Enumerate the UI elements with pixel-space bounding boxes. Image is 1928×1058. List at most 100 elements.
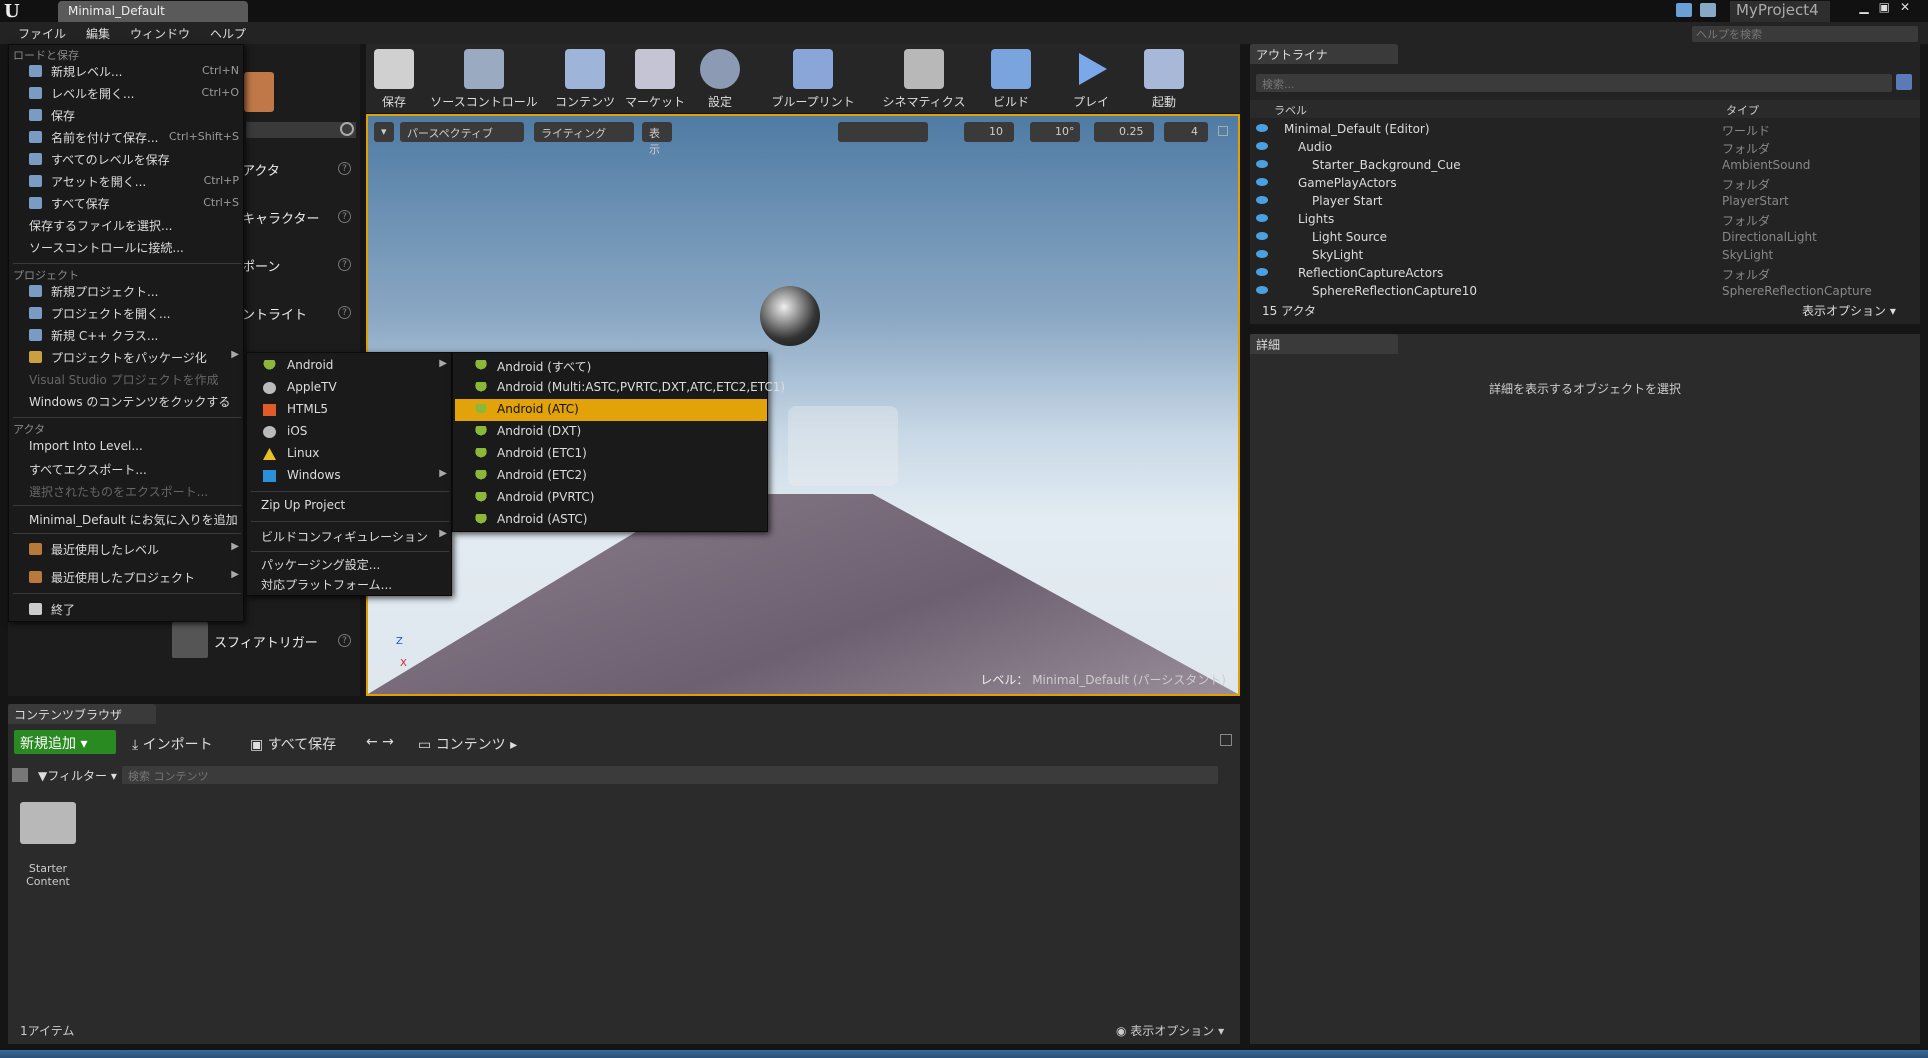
grid-snap-toggle[interactable]: 10	[964, 122, 1014, 142]
menu-exit[interactable]: 終了	[9, 599, 245, 619]
visibility-eye-icon[interactable]	[1256, 286, 1268, 294]
help-icon[interactable]: ?	[338, 634, 351, 647]
help-icon[interactable]: ?	[338, 258, 351, 271]
outliner-search-input[interactable]: 検索...	[1256, 74, 1892, 92]
place-item-sphere-trigger[interactable]: スフィアトリガー ?	[170, 632, 356, 672]
menu-help[interactable]: ヘルプ	[210, 25, 246, 42]
launch-button[interactable]: 起動	[1136, 46, 1192, 112]
menu-package-project[interactable]: プロジェクトをパッケージ化 ▶	[9, 347, 245, 367]
android-all[interactable]: Android (すべて)	[455, 355, 767, 377]
outliner-row[interactable]: GamePlayActors フォルダ	[1250, 174, 1910, 192]
marketplace-button[interactable]: マーケット	[622, 46, 688, 112]
package-supported-platforms[interactable]: 対応プラットフォーム...	[247, 573, 453, 595]
history-nav-icon[interactable]: ← →	[366, 734, 394, 750]
visibility-eye-icon[interactable]	[1256, 178, 1268, 186]
tab-details[interactable]: 詳細	[1250, 334, 1398, 354]
package-android[interactable]: Android ▶	[247, 355, 453, 377]
cinematics-button[interactable]: シネマティクス	[876, 46, 972, 112]
unreal-logo-icon[interactable]: U	[4, 1, 30, 22]
menu-new-level[interactable]: 新規レベル... Ctrl+N	[9, 61, 245, 81]
menu-edit[interactable]: 編集	[86, 25, 110, 42]
save-all-button[interactable]: ▣ すべて保存	[250, 734, 336, 754]
source-status-icon[interactable]	[1700, 3, 1716, 17]
android-etc2[interactable]: Android (ETC2)	[455, 465, 767, 487]
content-view-options[interactable]: ◉ 表示オプション ▾	[1116, 1022, 1224, 1039]
menu-connect-source-control[interactable]: ソースコントロールに接続...	[9, 237, 245, 257]
menu-window[interactable]: ウィンドウ	[130, 25, 190, 42]
help-icon[interactable]: ?	[338, 162, 351, 175]
outliner-row[interactable]: Light Source DirectionalLight	[1250, 228, 1910, 246]
column-label[interactable]: ラベル	[1274, 102, 1307, 118]
visibility-eye-icon[interactable]	[1256, 214, 1268, 222]
visibility-eye-icon[interactable]	[1256, 142, 1268, 150]
content-search-input[interactable]: 検索 コンテンツ	[122, 766, 1218, 784]
add-new-button[interactable]: 新規追加 ▾	[14, 730, 116, 754]
menu-new-project[interactable]: 新規プロジェクト...	[9, 281, 245, 301]
folder-icon[interactable]	[20, 802, 76, 844]
package-ios[interactable]: iOS	[247, 421, 453, 443]
build-button[interactable]: ビルド	[986, 46, 1036, 112]
menu-save-all-levels[interactable]: すべてのレベルを保存	[9, 149, 245, 169]
notification-icon[interactable]	[1676, 3, 1692, 17]
menu-export-all[interactable]: すべてエクスポート...	[9, 459, 245, 479]
package-build-configuration[interactable]: ビルドコンフィギュレーション ▶	[247, 525, 453, 547]
tab-content-browser[interactable]: コンテンツブラウザ	[8, 704, 156, 724]
filter-button[interactable]: ▼フィルター ▾	[38, 767, 117, 784]
minimize-icon[interactable]: ▁	[1859, 0, 1878, 14]
source-control-button[interactable]: ソースコントロール	[424, 46, 544, 112]
menu-new-cpp-class[interactable]: 新規 C++ クラス...	[9, 325, 245, 345]
rotation-snap-toggle[interactable]: 10°	[1030, 122, 1080, 142]
outliner-row[interactable]: Audio フォルダ	[1250, 138, 1910, 156]
android-astc[interactable]: Android (ASTC)	[455, 509, 767, 531]
visibility-eye-icon[interactable]	[1256, 124, 1268, 132]
help-icon[interactable]: ?	[338, 306, 351, 319]
menu-open-level[interactable]: レベルを開く... Ctrl+O	[9, 83, 245, 103]
outliner-row[interactable]: Lights フォルダ	[1250, 210, 1910, 228]
package-zip-up-project[interactable]: Zip Up Project	[247, 495, 453, 517]
camera-speed[interactable]: 4	[1164, 122, 1208, 142]
help-icon[interactable]: ?	[338, 210, 351, 223]
outliner-row[interactable]: Starter_Background_Cue AmbientSound	[1250, 156, 1910, 174]
package-appletv[interactable]: AppleTV	[247, 377, 453, 399]
menu-save[interactable]: 保存	[9, 105, 245, 125]
close-icon[interactable]: ✕	[1900, 0, 1920, 14]
help-search-input[interactable]: ヘルプを検索	[1692, 26, 1918, 42]
menu-cook-windows[interactable]: Windows のコンテンツをクックする	[9, 391, 245, 411]
sources-toggle-icon[interactable]	[12, 768, 28, 782]
menu-import-into-level[interactable]: Import Into Level...	[9, 437, 245, 457]
menu-save-all[interactable]: すべて保存 Ctrl+S	[9, 193, 245, 213]
menu-recent-projects[interactable]: 最近使用したプロジェクト ▶	[9, 567, 245, 587]
add-filter-icon[interactable]	[1896, 74, 1912, 90]
transform-tools[interactable]	[838, 122, 928, 142]
package-html5[interactable]: HTML5	[247, 399, 453, 421]
play-button[interactable]: プレイ	[1066, 46, 1116, 112]
maximize-viewport-icon[interactable]	[1218, 126, 1228, 136]
menu-add-favorite[interactable]: Minimal_Default にお気に入りを追加	[9, 509, 245, 529]
menu-choose-files-to-save[interactable]: 保存するファイルを選択...	[9, 215, 245, 235]
package-windows[interactable]: Windows ▶	[247, 465, 453, 487]
import-button[interactable]: ⤓ インポート	[132, 734, 213, 754]
android-multi[interactable]: Android (Multi:ASTC,PVRTC,DXT,ATC,ETC2,E…	[455, 377, 785, 399]
content-button[interactable]: コンテンツ	[552, 46, 618, 112]
visibility-eye-icon[interactable]	[1256, 232, 1268, 240]
maximize-icon[interactable]: ▣	[1879, 0, 1900, 14]
visibility-eye-icon[interactable]	[1256, 196, 1268, 204]
blueprints-button[interactable]: ブループリント	[768, 46, 858, 112]
visibility-eye-icon[interactable]	[1256, 268, 1268, 276]
scale-snap-toggle[interactable]: 0.25	[1094, 122, 1154, 142]
lock-icon[interactable]	[1220, 734, 1232, 746]
settings-button[interactable]: 設定	[692, 46, 748, 112]
content-path[interactable]: ▭ コンテンツ ▸	[418, 734, 517, 754]
android-atc[interactable]: Android (ATC)	[455, 399, 767, 421]
outliner-row[interactable]: Player Start PlayerStart	[1250, 192, 1910, 210]
android-etc1[interactable]: Android (ETC1)	[455, 443, 767, 465]
menu-open-asset[interactable]: アセットを開く... Ctrl+P	[9, 171, 245, 191]
outliner-row[interactable]: ReflectionCaptureActors フォルダ	[1250, 264, 1910, 282]
android-dxt[interactable]: Android (DXT)	[455, 421, 767, 443]
lighting-dropdown[interactable]: ライティング	[534, 122, 634, 142]
menu-recent-levels[interactable]: 最近使用したレベル ▶	[9, 539, 245, 559]
outliner-row[interactable]: Minimal_Default (Editor) ワールド	[1250, 120, 1910, 138]
place-category-icon[interactable]	[244, 72, 274, 112]
package-linux[interactable]: Linux	[247, 443, 453, 465]
outliner-row[interactable]: SkyLight SkyLight	[1250, 246, 1910, 264]
